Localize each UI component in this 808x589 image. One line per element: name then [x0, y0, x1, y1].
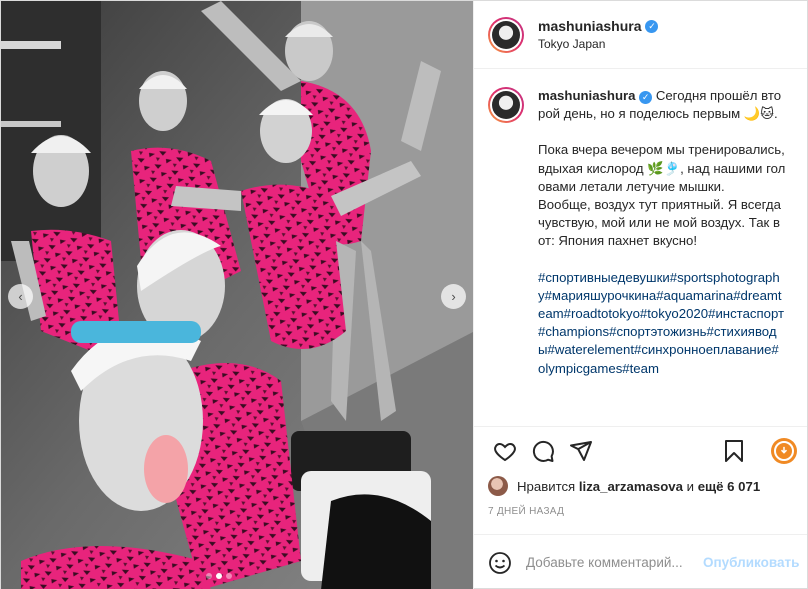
post-timestamp[interactable]: 7 ДНЕЙ НАЗАД [474, 506, 807, 520]
save-button[interactable] [715, 432, 753, 470]
post-details-panel: mashuniashura ✓ Tokyo Japan mashuniashur… [473, 1, 807, 589]
avatar-image [492, 91, 520, 119]
author-info: mashuniashura ✓ Tokyo Japan [538, 18, 659, 51]
add-comment-bar: Опубликовать [474, 534, 807, 589]
carousel-dot [226, 573, 232, 579]
caption-text: mashuniashura ✓ Сегодня прошёл второй де… [538, 87, 786, 426]
post-photo[interactable]: ‹ › [1, 1, 473, 589]
likes-middle: и [686, 478, 695, 494]
post-location[interactable]: Tokyo Japan [538, 37, 658, 51]
instagram-post: ‹ › mashuniashura ✓ Tokyo Japan mashunia… [0, 0, 808, 589]
hashtag-link[interactable]: #champions [538, 324, 609, 339]
comment-button[interactable] [524, 432, 562, 470]
caption-line-3: Вообще, воздух тут приятный. Я всегда чу… [538, 197, 781, 249]
liker-avatar[interactable] [488, 476, 508, 496]
carousel-next-button[interactable]: › [441, 284, 466, 309]
hashtag-link[interactable]: #aquamarina [656, 288, 733, 303]
likes-prefix: Нравится [517, 478, 576, 494]
likes-count[interactable]: ещё 6 071 [698, 479, 760, 494]
author-username[interactable]: mashuniashura ✓ [538, 18, 659, 34]
download-button[interactable] [771, 438, 797, 464]
caption-area: mashuniashura ✓ Сегодня прошёл второй де… [474, 69, 807, 426]
caption-author-avatar[interactable] [488, 87, 524, 123]
avatar-image [492, 20, 520, 49]
team-selfie-image [1, 1, 473, 589]
hashtag-link[interactable]: #спортивныедевушки [538, 270, 670, 285]
carousel-indicator [206, 573, 232, 579]
share-button[interactable] [562, 432, 600, 470]
verified-badge-icon: ✓ [639, 91, 653, 104]
hashtag-link[interactable]: #марияшурочкина [545, 288, 657, 303]
smiley-icon [489, 551, 511, 574]
hashtag-link[interactable]: #tokyo2020 [640, 306, 708, 321]
action-bar [474, 426, 807, 474]
download-icon [774, 441, 794, 461]
comment-input[interactable] [526, 555, 703, 570]
hashtag-link[interactable]: #team [622, 361, 659, 376]
hashtag-link[interactable]: #спортэтожизнь [609, 324, 706, 339]
emoji-button[interactable] [488, 549, 512, 577]
verified-badge-icon: ✓ [645, 19, 659, 33]
post-header: mashuniashura ✓ Tokyo Japan [474, 1, 807, 69]
likes-summary: Нравится liza_arzamasova и ещё 6 071 [474, 476, 807, 496]
author-avatar[interactable] [488, 16, 524, 53]
hashtag-list: #спортивныедевушки#sportsphotography#мар… [538, 269, 786, 378]
author-username-text[interactable]: mashuniashura [538, 18, 641, 34]
hashtag-link[interactable]: #waterelement [547, 342, 634, 357]
hashtag-link[interactable]: #инстаспорт [708, 306, 784, 321]
like-button[interactable] [486, 432, 524, 470]
bookmark-icon [725, 440, 743, 462]
hashtag-link[interactable]: #roadtotokyo [564, 306, 640, 321]
share-icon [570, 440, 592, 461]
liker-username[interactable]: liza_arzamasova [579, 479, 683, 494]
carousel-dot [206, 573, 212, 579]
publish-button[interactable]: Опубликовать [703, 555, 799, 570]
heart-icon [494, 442, 516, 461]
caption-line-2: Пока вчера вечером мы тренировались, вды… [538, 142, 786, 194]
comment-icon [532, 440, 554, 462]
carousel-dot-active [216, 573, 222, 579]
caption-username[interactable]: mashuniashura [538, 88, 635, 103]
carousel-prev-button[interactable]: ‹ [8, 284, 33, 309]
hashtag-link[interactable]: #синхронноеплавание [634, 342, 771, 357]
